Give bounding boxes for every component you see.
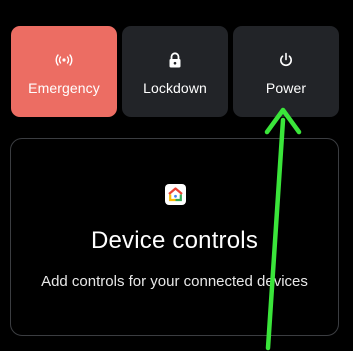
emergency-label: Emergency	[28, 80, 100, 96]
device-controls-title: Device controls	[90, 227, 259, 254]
google-home-icon	[165, 184, 186, 205]
power-button[interactable]: Power	[233, 26, 339, 117]
power-icon	[278, 49, 294, 71]
device-controls-card[interactable]: Device controls Add controls for your co…	[10, 138, 339, 336]
lockdown-label: Lockdown	[143, 80, 207, 96]
lockdown-button[interactable]: Lockdown	[122, 26, 228, 117]
power-label: Power	[265, 80, 307, 96]
lock-icon	[168, 49, 182, 71]
emergency-button[interactable]: Emergency	[11, 26, 117, 117]
device-controls-subtitle: Add controls for your connected devices	[41, 273, 308, 290]
emergency-broadcast-icon	[53, 49, 75, 71]
